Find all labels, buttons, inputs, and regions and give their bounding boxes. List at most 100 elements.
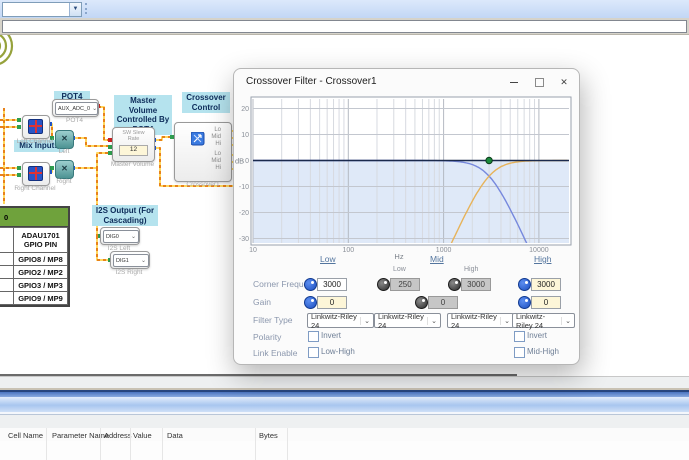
gpio-cell: GPIO3 / MP3 bbox=[14, 279, 68, 292]
filter-type-select-high[interactable]: Linkwitz-Riley 24 ⌄ bbox=[512, 313, 575, 328]
chevron-down-icon: ⌄ bbox=[561, 317, 574, 325]
multiply-icon: ✕ bbox=[61, 134, 68, 143]
filter-type-select-mid-high[interactable]: Linkwitz-Riley 24 ⌄ bbox=[447, 313, 514, 328]
col-header-address[interactable]: Address bbox=[104, 431, 132, 440]
gpio-table[interactable]: 0 ADAU1701 GPIO PIN GPIO8 / MP8 GPIO2 / … bbox=[0, 206, 70, 307]
svg-text:0: 0 bbox=[245, 158, 249, 165]
row-label-gain: Gain bbox=[253, 297, 271, 307]
gpio-cell: GPIO8 / MP8 bbox=[14, 253, 68, 266]
block-dig0[interactable]: DIG0 ⌄ bbox=[100, 227, 140, 245]
link-enable-checkbox-mid-high[interactable] bbox=[514, 347, 525, 358]
svg-text:Hz: Hz bbox=[394, 252, 403, 261]
gain-input-low[interactable] bbox=[317, 296, 347, 309]
xo-out-label: Mid bbox=[211, 134, 221, 141]
col-separator bbox=[255, 428, 256, 460]
label-i2s-output: I2S Output (For Cascading) bbox=[92, 205, 158, 226]
mv-slew-line2: Rate bbox=[113, 136, 154, 142]
corner-freq-knob-low[interactable] bbox=[304, 278, 317, 291]
frequency-response-plot[interactable]: 1010010001000020100-10-20-30HzdB bbox=[233, 93, 573, 261]
pot4-adc-combo[interactable]: AUX_ADC_0 ⌄ bbox=[55, 102, 98, 115]
svg-text:100: 100 bbox=[342, 247, 354, 254]
maximize-button[interactable] bbox=[531, 75, 547, 89]
close-button[interactable]: ✕ bbox=[556, 75, 572, 89]
mv-slew-value[interactable]: 12 bbox=[119, 145, 148, 156]
dig0-value: DIG0 bbox=[106, 234, 119, 240]
gpio-cell bbox=[0, 266, 14, 279]
combo-arrow-icon[interactable]: ▼ bbox=[69, 3, 81, 16]
link-enable-checkbox-low-high[interactable] bbox=[308, 347, 319, 358]
corner-freq-knob-high[interactable] bbox=[518, 278, 531, 291]
toolbar-combo[interactable]: ▼ bbox=[2, 2, 82, 17]
mid-sub-high: High bbox=[464, 266, 478, 273]
block-master-volume[interactable]: SW Slew Rate 12 bbox=[112, 127, 155, 162]
gain-knob-low[interactable] bbox=[304, 296, 317, 309]
gpio-col-header: ADAU1701 GPIO PIN bbox=[14, 228, 68, 253]
dig1-value: DIG1 bbox=[116, 258, 129, 264]
panel-subheader bbox=[0, 415, 689, 428]
column-header-low: Low bbox=[320, 254, 336, 264]
corner-freq-input-mid-high bbox=[461, 278, 491, 291]
chevron-down-icon: ⌄ bbox=[427, 317, 440, 325]
column-header-mid: Mid bbox=[430, 254, 444, 264]
svg-text:-30: -30 bbox=[239, 236, 249, 243]
svg-text:-10: -10 bbox=[239, 184, 249, 191]
corner-freq-knob-mid-high bbox=[448, 278, 461, 291]
polarity-invert-checkbox-low[interactable] bbox=[308, 331, 319, 342]
minimize-button[interactable] bbox=[506, 75, 522, 89]
link-enable-label-low-high: Low-High bbox=[321, 347, 355, 356]
xo-out-label: Hi bbox=[211, 141, 221, 148]
corner-freq-input-high[interactable] bbox=[531, 278, 561, 291]
gpio-cell: GPIO2 / MP2 bbox=[14, 266, 68, 279]
svg-text:10000: 10000 bbox=[529, 247, 549, 254]
block-left-channel[interactable] bbox=[22, 115, 50, 139]
block-left-gain[interactable]: ✕ bbox=[55, 130, 74, 149]
dig1-combo[interactable]: DIG1 ⌄ bbox=[113, 254, 149, 267]
col-header-cell-name[interactable]: Cell Name bbox=[8, 431, 43, 440]
block-pot4-adc[interactable]: AUX_ADC_0 ⌄ bbox=[52, 99, 99, 117]
svg-text:1000: 1000 bbox=[436, 247, 452, 254]
gain-knob-high[interactable] bbox=[518, 296, 531, 309]
address-field[interactable] bbox=[2, 20, 687, 33]
filter-type-select-low[interactable]: Linkwitz-Riley 24 ⌄ bbox=[307, 313, 374, 328]
gain-input-mid bbox=[428, 296, 458, 309]
row-label-link-enable: Link Enable bbox=[253, 348, 297, 358]
gain-knob-mid bbox=[415, 296, 428, 309]
chevron-down-icon: ⌄ bbox=[129, 233, 138, 240]
block-crossover[interactable]: Lo Mid Hi Lo Mid Hi bbox=[174, 122, 232, 182]
chevron-down-icon: ⌄ bbox=[90, 105, 99, 112]
toolbar: ▼ bbox=[0, 0, 689, 18]
gpio-cell bbox=[0, 292, 14, 305]
mid-sub-low: Low bbox=[393, 266, 406, 273]
polarity-invert-checkbox-high[interactable] bbox=[514, 331, 525, 342]
col-header-bytes[interactable]: Bytes bbox=[259, 431, 278, 440]
corner-freq-input-mid-low bbox=[390, 278, 420, 291]
col-header-value[interactable]: Value bbox=[133, 431, 152, 440]
panel-toolbar[interactable] bbox=[0, 397, 689, 412]
svg-text:20: 20 bbox=[241, 106, 249, 113]
filter-type-value: Linkwitz-Riley 24 bbox=[451, 312, 500, 330]
filter-type-select-mid-low[interactable]: Linkwitz-Riley 24 ⌄ bbox=[374, 313, 441, 328]
dig0-combo[interactable]: DIG0 ⌄ bbox=[103, 230, 139, 243]
block-caption: Master Volume bbox=[105, 161, 160, 168]
xo-out-label: Hi bbox=[211, 165, 221, 172]
block-caption: Crossover1 bbox=[178, 181, 228, 188]
block-caption: I2S Right bbox=[110, 269, 148, 276]
gpio-table-header: 0 bbox=[0, 208, 68, 227]
xo-out-label: Mid bbox=[211, 158, 221, 165]
crossover-marker bbox=[486, 157, 492, 163]
mixer-icon bbox=[28, 119, 43, 134]
block-dig1[interactable]: DIG1 ⌄ bbox=[110, 251, 150, 269]
col-header-data[interactable]: Data bbox=[167, 431, 183, 440]
link-enable-label-mid-high: Mid-High bbox=[527, 347, 559, 356]
block-right-gain[interactable]: ✕ bbox=[55, 160, 74, 179]
filter-type-value: Linkwitz-Riley 24 bbox=[516, 312, 561, 330]
gain-input-high[interactable] bbox=[531, 296, 561, 309]
block-caption: Left bbox=[52, 148, 76, 155]
dialog-title: Crossover Filter - Crossover1 bbox=[246, 76, 377, 87]
xo-out-label: Lo bbox=[211, 151, 221, 158]
block-right-channel[interactable] bbox=[22, 162, 50, 186]
gpio-cell: GPIO9 / MP9 bbox=[14, 292, 68, 305]
corner-freq-input-low[interactable] bbox=[317, 278, 347, 291]
col-separator bbox=[287, 428, 288, 460]
col-separator bbox=[130, 428, 131, 460]
